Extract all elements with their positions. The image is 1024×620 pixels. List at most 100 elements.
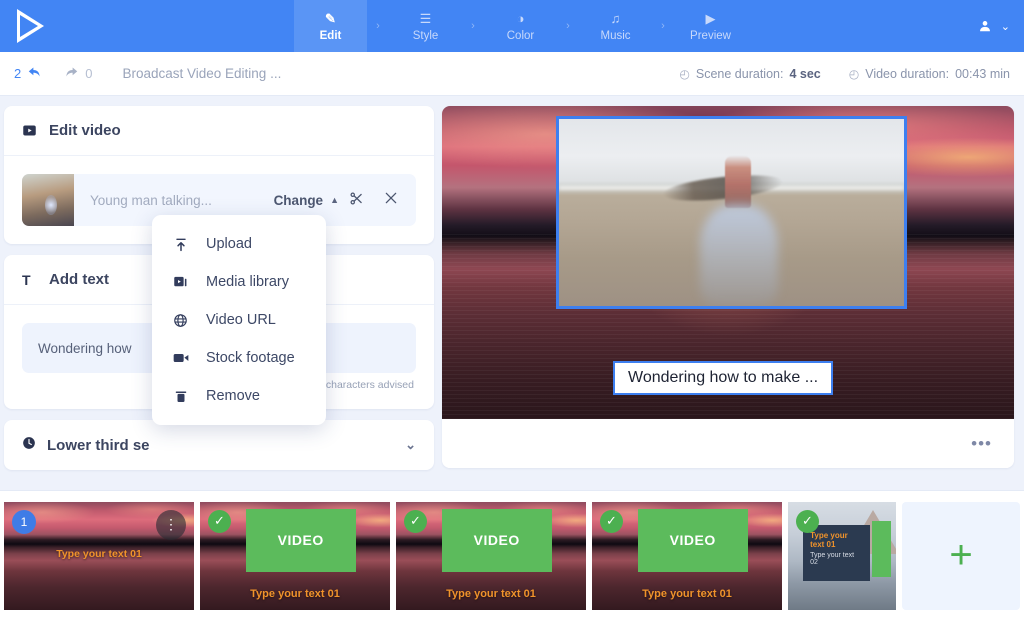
person-figure bbox=[725, 156, 751, 208]
media-thumbnail[interactable] bbox=[22, 174, 74, 226]
project-title[interactable]: Broadcast Video Editing ... bbox=[122, 66, 281, 81]
step-separator-1: › bbox=[367, 0, 389, 52]
step-separator-4: › bbox=[652, 0, 674, 52]
slide-check-badge: ✓ bbox=[404, 510, 427, 533]
clock-icon bbox=[22, 436, 36, 454]
lower-third-title: Lower third se bbox=[47, 437, 150, 454]
caret-up-icon: ▲ bbox=[330, 195, 339, 205]
video-camera-icon bbox=[172, 351, 189, 365]
undo-icon[interactable] bbox=[27, 65, 44, 82]
dropdown-item-stock-footage[interactable]: Stock footage bbox=[152, 339, 326, 377]
lower-third-preview: Type your text 01 Type your text 02 bbox=[803, 525, 870, 581]
lower-third-header[interactable]: Lower third se ⌄ bbox=[4, 420, 434, 470]
shadow-shape bbox=[700, 205, 778, 306]
redo-icon[interactable] bbox=[62, 65, 79, 82]
trash-icon bbox=[172, 389, 189, 404]
step-color-label: Color bbox=[507, 30, 534, 42]
edit-video-title: Edit video bbox=[49, 122, 121, 139]
scene-duration: ◴ Scene duration: 4 sec bbox=[679, 67, 820, 81]
dropdown-label: Remove bbox=[206, 388, 260, 404]
clock-icon: ◴ bbox=[679, 67, 689, 81]
chevron-down-icon[interactable]: ⌄ bbox=[405, 437, 416, 453]
slide-caption: Type your text 01 bbox=[200, 588, 390, 600]
timeline-slide-2[interactable]: VIDEO ✓ Type your text 01 bbox=[200, 502, 390, 610]
change-media-button[interactable]: Change ▲ bbox=[274, 193, 339, 208]
step-music-label: Music bbox=[600, 30, 630, 42]
step-color[interactable]: ◑ Color bbox=[484, 0, 557, 52]
caption-overlay[interactable]: Wondering how to make ... bbox=[613, 361, 833, 395]
clock-icon: ◴ bbox=[849, 67, 859, 81]
step-style[interactable]: ☰ Style bbox=[389, 0, 462, 52]
text-icon: T bbox=[22, 272, 38, 288]
redo-count: 0 bbox=[85, 66, 92, 81]
video-placeholder-block: VIDEO bbox=[638, 509, 748, 572]
video-duration-label: Video duration: bbox=[865, 67, 949, 81]
remove-media-icon[interactable] bbox=[374, 191, 416, 209]
slide-number-badge: 1 bbox=[12, 510, 36, 534]
dropdown-label: Upload bbox=[206, 236, 252, 252]
media-library-icon bbox=[172, 275, 189, 290]
dropdown-item-video-url[interactable]: Video URL bbox=[152, 301, 326, 339]
preview-footer: ••• bbox=[442, 419, 1014, 468]
chevron-down-icon: ⌄ bbox=[1001, 20, 1010, 33]
video-placeholder-block bbox=[872, 521, 890, 577]
wizard-steps: ✎ Edit › ☰ Style › ◑ Color › ♫ Music › ▶… bbox=[294, 0, 747, 52]
pencil-icon: ✎ bbox=[325, 11, 336, 27]
edit-video-header: Edit video bbox=[4, 106, 434, 156]
step-separator-2: › bbox=[462, 0, 484, 52]
media-name: Young man talking... bbox=[74, 193, 274, 208]
upload-icon bbox=[172, 237, 189, 252]
step-preview-label: Preview bbox=[690, 30, 731, 42]
step-separator-3: › bbox=[557, 0, 579, 52]
timeline-slide-3[interactable]: VIDEO ✓ Type your text 01 bbox=[396, 502, 586, 610]
dropdown-label: Media library bbox=[206, 274, 289, 290]
slide-check-badge: ✓ bbox=[600, 510, 623, 533]
more-options-icon[interactable]: ••• bbox=[971, 439, 992, 449]
account-menu[interactable]: ⌄ bbox=[978, 0, 1024, 52]
slide-menu-icon[interactable]: ⋮ bbox=[156, 510, 186, 540]
video-stage[interactable]: Wondering how to make ... bbox=[442, 106, 1014, 419]
video-duration: ◴ Video duration: 00:43 min bbox=[849, 67, 1010, 81]
dropdown-label: Stock footage bbox=[206, 350, 295, 366]
step-style-label: Style bbox=[413, 30, 439, 42]
video-duration-value: 00:43 min bbox=[955, 67, 1010, 81]
app-logo[interactable] bbox=[0, 0, 60, 52]
top-navigation-bar: ✎ Edit › ☰ Style › ◑ Color › ♫ Music › ▶… bbox=[0, 0, 1024, 52]
timeline-strip: 1 ⋮ Type your text 01 VIDEO ✓ Type your … bbox=[0, 490, 1024, 620]
add-text-title: Add text bbox=[49, 271, 109, 288]
video-icon bbox=[22, 123, 38, 138]
timeline-slide-1[interactable]: 1 ⋮ Type your text 01 bbox=[4, 502, 194, 610]
slide-caption: Type your text 01 bbox=[4, 548, 194, 560]
lower-third-line2: Type your text 02 bbox=[810, 552, 863, 566]
step-edit-label: Edit bbox=[320, 30, 342, 42]
step-edit[interactable]: ✎ Edit bbox=[294, 0, 367, 52]
dropdown-item-media-library[interactable]: Media library bbox=[152, 263, 326, 301]
lower-third-card: Lower third se ⌄ bbox=[4, 420, 434, 470]
person-icon bbox=[978, 19, 992, 33]
slide-caption: Type your text 01 bbox=[592, 588, 782, 600]
dropdown-item-remove[interactable]: Remove bbox=[152, 377, 326, 415]
step-music[interactable]: ♫ Music bbox=[579, 0, 652, 52]
change-label: Change bbox=[274, 193, 324, 208]
slide-check-badge: ✓ bbox=[208, 510, 231, 533]
trim-scissors-icon[interactable] bbox=[339, 191, 374, 210]
play-icon: ▶ bbox=[706, 11, 716, 27]
video-placeholder-block: VIDEO bbox=[246, 509, 356, 572]
undo-count: 2 bbox=[14, 66, 21, 81]
bicycle-shape bbox=[662, 171, 784, 205]
timeline-slide-4[interactable]: VIDEO ✓ Type your text 01 bbox=[592, 502, 782, 610]
timeline-slide-5[interactable]: Type your text 01 Type your text 02 ✓ bbox=[788, 502, 896, 610]
overlay-video-clip[interactable] bbox=[556, 116, 907, 309]
music-note-icon: ♫ bbox=[611, 11, 621, 27]
dropdown-item-upload[interactable]: Upload bbox=[152, 225, 326, 263]
change-media-dropdown: Upload Media library Video URL Stock foo… bbox=[152, 215, 326, 425]
preview-panel: Wondering how to make ... ••• bbox=[442, 106, 1014, 468]
slide-caption: Type your text 01 bbox=[396, 588, 586, 600]
globe-icon bbox=[172, 313, 189, 328]
layers-icon: ☰ bbox=[420, 11, 432, 27]
palette-icon: ◑ bbox=[517, 11, 525, 27]
lower-third-line1: Type your text 01 bbox=[810, 531, 863, 549]
step-preview[interactable]: ▶ Preview bbox=[674, 0, 747, 52]
add-slide-button[interactable]: + bbox=[902, 502, 1020, 610]
toolbar: 2 0 Broadcast Video Editing ... ◴ Scene … bbox=[0, 52, 1024, 96]
